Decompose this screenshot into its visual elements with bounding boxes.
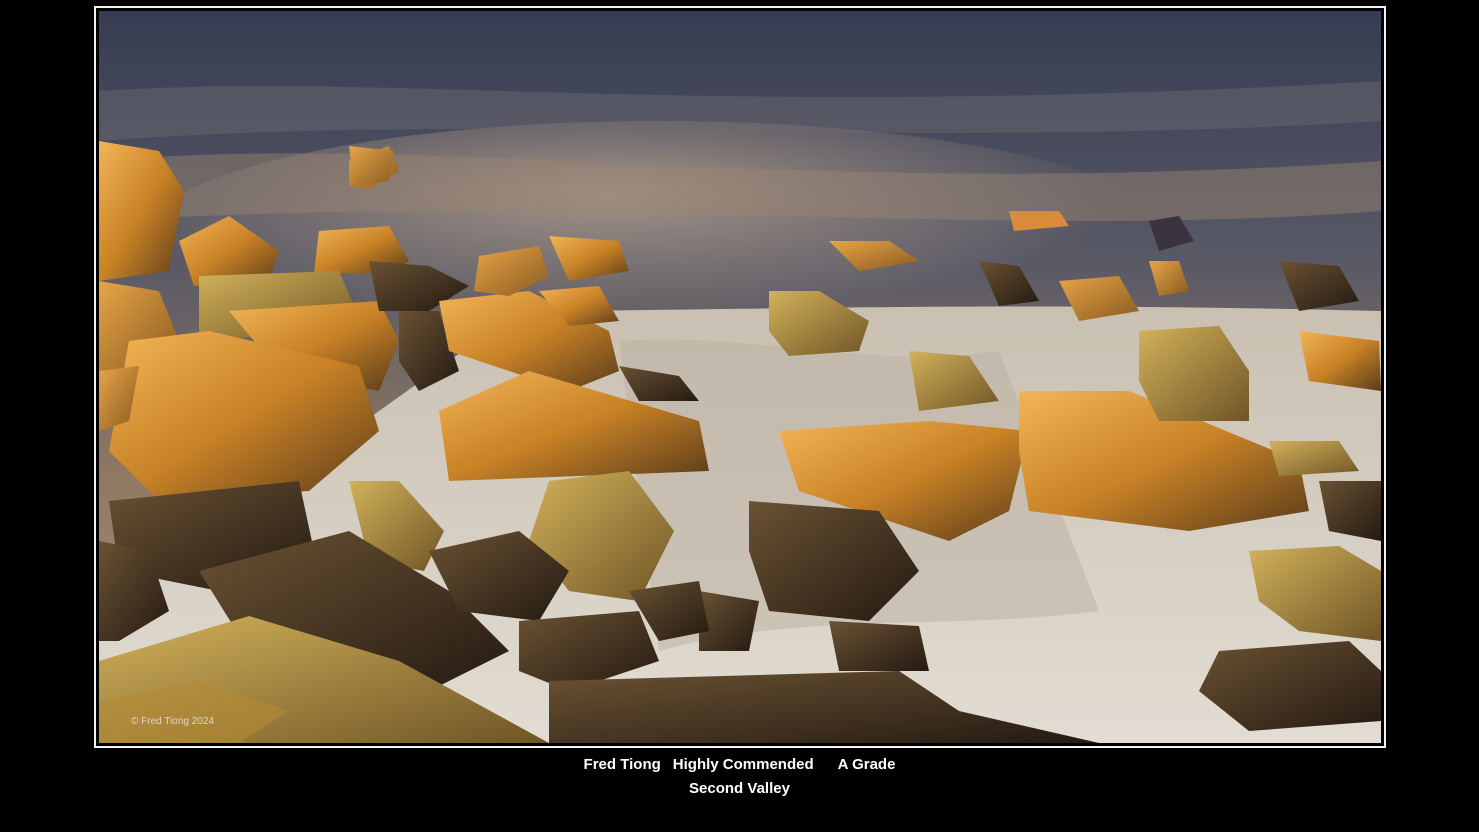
caption-award: Highly Commended	[672, 756, 814, 773]
seascape-photo[interactable]: © Fred Tiong 2024	[99, 11, 1381, 743]
page: © Fred Tiong 2024 Fred Tiong Highly Comme…	[0, 0, 1479, 832]
photo-illustration	[99, 11, 1381, 743]
caption-line-1: Fred Tiong Highly Commended A Grade	[0, 753, 1479, 777]
photo-caption: Fred Tiong Highly Commended A Grade Second…	[0, 753, 1479, 801]
caption-title: Second Valley	[689, 780, 790, 797]
photo-watermark: © Fred Tiong 2024	[131, 716, 214, 727]
photo-frame: © Fred Tiong 2024	[94, 6, 1386, 748]
caption-author: Fred Tiong	[583, 756, 661, 773]
caption-grade: A Grade	[837, 756, 896, 773]
